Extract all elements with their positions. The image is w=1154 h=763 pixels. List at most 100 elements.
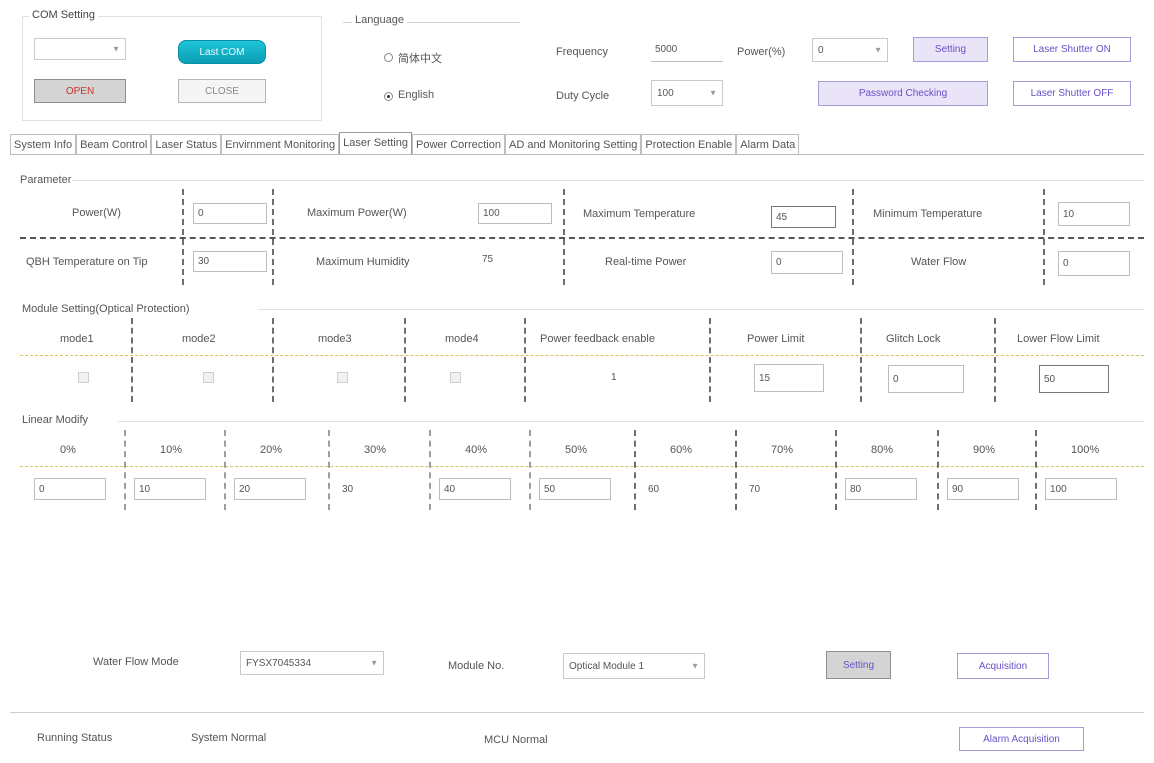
max-power-label: Maximum Power(W) [307,207,407,219]
bottom-setting-button[interactable]: Setting [826,651,891,679]
linear-value-input-8[interactable]: 80 [845,478,917,500]
chevron-down-icon: ▼ [691,661,699,671]
power-w-input[interactable]: 0 [193,203,267,224]
power-w-label: Power(W) [72,207,121,219]
module-no-label: Module No. [448,660,505,672]
power-limit-input[interactable]: 15 [754,364,824,392]
laser-shutter-on-button[interactable]: Laser Shutter ON [1013,37,1131,62]
power-feedback-value: 1 [611,372,617,383]
linear-divider [328,430,330,510]
max-temperature-label: Maximum Temperature [583,208,696,220]
qbh-temperature-input[interactable]: 30 [193,251,267,272]
tab-laser-setting[interactable]: Laser Setting [339,132,412,155]
min-temperature-input[interactable]: 10 [1058,202,1130,226]
linear-value-input-2[interactable]: 20 [234,478,306,500]
module-divider [404,318,406,402]
linear-group-line [118,421,1144,422]
linear-divider [124,430,126,510]
power-select[interactable]: 0 ▼ [812,38,888,62]
power-feedback-header: Power feedback enable [540,333,655,345]
close-button[interactable]: CLOSE [178,79,266,103]
open-button[interactable]: OPEN [34,79,126,103]
acquisition-button[interactable]: Acquisition [957,653,1049,679]
lower-flow-limit-input[interactable]: 50 [1039,365,1109,393]
tab-bar: System Info Beam Control Laser Status En… [10,132,800,155]
module-divider [524,318,526,402]
linear-divider [634,430,636,510]
tab-alarm-data[interactable]: Alarm Data [736,134,800,155]
realtime-power-input[interactable]: 0 [771,251,843,274]
setting-button[interactable]: Setting [913,37,988,62]
mode1-checkbox[interactable] [78,372,89,383]
tab-power-correction[interactable]: Power Correction [412,134,505,155]
linear-value-input-9[interactable]: 90 [947,478,1019,500]
linear-value-input-1[interactable]: 10 [134,478,206,500]
water-flow-label: Water Flow [911,256,967,268]
tab-protection-enable[interactable]: Protection Enable [641,134,737,155]
english-radio[interactable] [384,92,393,101]
max-humidity-input[interactable]: 75 [478,249,552,270]
water-flow-mode-select[interactable]: FYSX7045334 ▼ [240,651,384,675]
linear-header-8: 80% [871,444,894,456]
tab-beam-control[interactable]: Beam Control [76,134,152,155]
tab-environment-monitoring[interactable]: Envirnment Monitoring [221,134,340,155]
system-status-text: System Normal [191,732,267,744]
linear-value-input-0[interactable]: 0 [34,478,106,500]
linear-divider [1035,430,1037,510]
last-com-button[interactable]: Last COM [178,40,266,64]
password-checking-button[interactable]: Password Checking [818,81,988,106]
linear-value-input-5[interactable]: 50 [539,478,611,500]
tab-ad-monitoring-setting[interactable]: AD and Monitoring Setting [504,134,642,155]
water-flow-input[interactable]: 0 [1058,251,1130,276]
mode2-checkbox[interactable] [203,372,214,383]
linear-value-input-6[interactable]: 60 [644,478,716,500]
linear-modify-title: Linear Modify [22,414,89,426]
com-port-select[interactable]: ▼ [34,38,126,60]
module-divider [272,318,274,402]
alarm-acquisition-button[interactable]: Alarm Acquisition [959,727,1084,751]
tab-panel-border [10,154,1144,155]
module-no-select[interactable]: Optical Module 1 ▼ [563,653,705,679]
glitch-lock-header: Glitch Lock [886,333,941,345]
linear-header-10: 100% [1071,444,1100,456]
tab-system-info[interactable]: System Info [10,134,77,155]
linear-divider [529,430,531,510]
com-setting-group: COM Setting [22,9,322,121]
glitch-lock-input[interactable]: 0 [888,365,964,393]
linear-divider [735,430,737,510]
module-setting-title: Module Setting(Optical Protection) [22,303,190,315]
parameter-title: Parameter [20,174,72,186]
mode3-checkbox[interactable] [337,372,348,383]
max-humidity-label: Maximum Humidity [316,256,410,268]
realtime-power-label: Real-time Power [605,256,687,268]
english-label: English [398,89,435,101]
running-status-label: Running Status [37,732,113,744]
max-temperature-input[interactable]: 45 [771,206,836,228]
linear-value-input-10[interactable]: 100 [1045,478,1117,500]
linear-value-input-3[interactable]: 30 [338,478,410,500]
chinese-label: 简体中文 [398,53,442,65]
linear-divider [835,430,837,510]
laser-shutter-off-button[interactable]: Laser Shutter OFF [1013,81,1131,106]
module-divider [709,318,711,402]
max-power-input[interactable]: 100 [478,203,552,224]
duty-cycle-select[interactable]: 100 ▼ [651,80,723,106]
lower-flow-limit-header: Lower Flow Limit [1017,333,1100,345]
linear-value-input-7[interactable]: 70 [745,478,817,500]
power-limit-header: Power Limit [747,333,805,345]
linear-header-1: 10% [160,444,183,456]
chinese-radio[interactable] [384,53,393,62]
chevron-down-icon: ▼ [370,658,378,668]
linear-header-4: 40% [465,444,488,456]
frequency-input[interactable]: 5000 [651,37,723,62]
module-divider [131,318,133,402]
status-divider [10,712,1144,713]
tab-laser-status[interactable]: Laser Status [151,134,222,155]
module-row-divider [20,355,1144,356]
linear-header-9: 90% [973,444,996,456]
linear-value-input-4[interactable]: 40 [439,478,511,500]
linear-divider [429,430,431,510]
linear-header-0: 0% [60,444,76,456]
mode4-checkbox[interactable] [450,372,461,383]
duty-cycle-label: Duty Cycle [556,90,610,102]
